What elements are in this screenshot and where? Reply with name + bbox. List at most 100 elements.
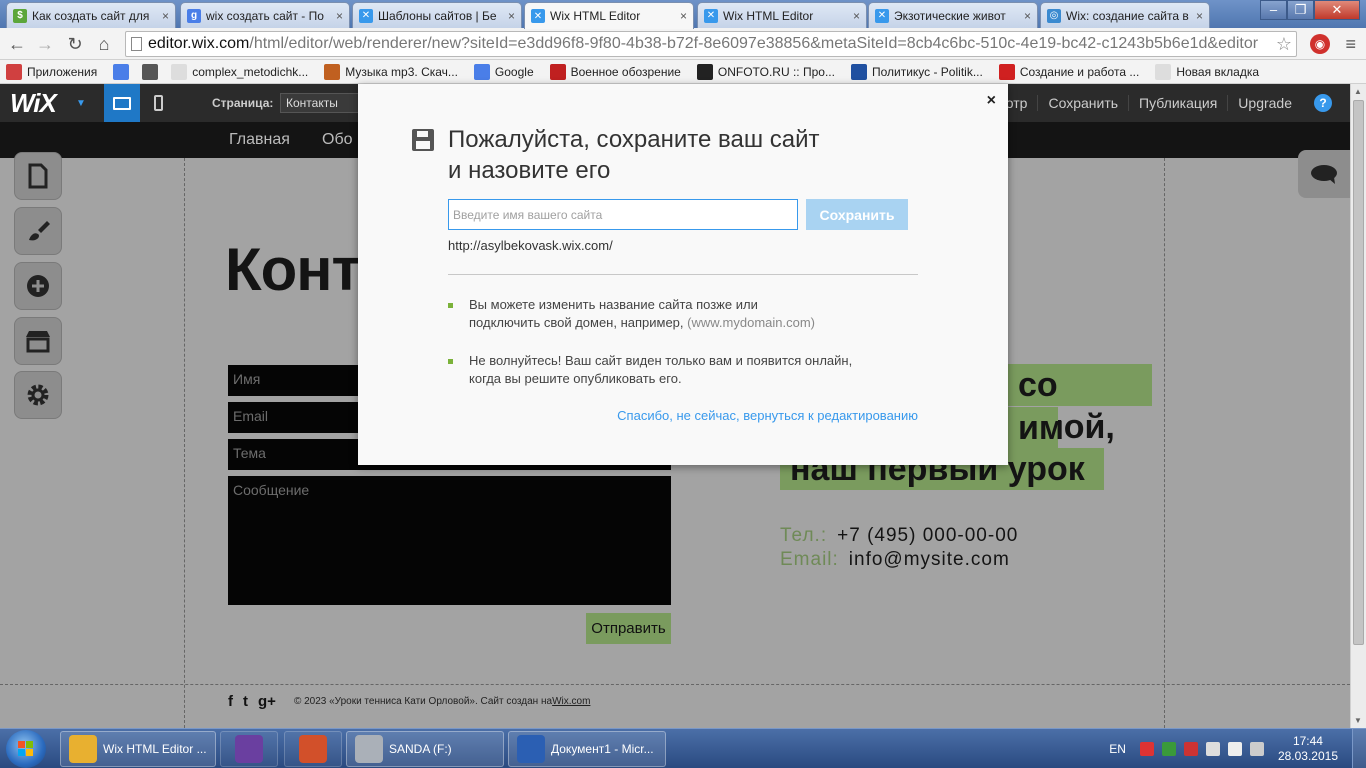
site-name-input[interactable] (448, 199, 798, 230)
app-market-button[interactable] (14, 317, 62, 365)
extension-icon[interactable]: ◉ (1310, 34, 1330, 54)
tab-close-icon[interactable]: × (1196, 9, 1203, 23)
vertical-scrollbar[interactable]: ▲ ▼ (1350, 84, 1366, 728)
settings-panel-button[interactable] (14, 371, 62, 419)
desktop-view-button[interactable] (104, 84, 140, 122)
add-panel-button[interactable] (14, 262, 62, 310)
taskbar-app[interactable]: SANDA (F:) (346, 731, 504, 767)
form-send-button[interactable]: Отправить (586, 613, 671, 644)
tab-close-icon[interactable]: × (680, 9, 687, 23)
bookmark-item[interactable]: complex_metodichk... (171, 63, 309, 80)
save-button[interactable]: Сохранить (806, 199, 908, 230)
minimize-button[interactable]: – (1260, 0, 1287, 20)
browser-tab[interactable]: $ Как создать сайт для × (6, 2, 176, 28)
facebook-icon[interactable]: f (228, 693, 233, 710)
browser-tab[interactable]: ✕ Экзотические живот × (868, 2, 1038, 28)
tab-close-icon[interactable]: × (336, 9, 343, 23)
url-host: editor.wix.com (148, 35, 250, 52)
browser-menu-icon[interactable]: ≡ (1345, 34, 1356, 55)
bookmark-item[interactable]: Приложения (6, 63, 97, 80)
network-icon[interactable] (1205, 742, 1220, 756)
bookmark-item[interactable]: Создание и работа ... (998, 63, 1139, 80)
bookmark-icon (473, 63, 490, 80)
app-icon (235, 735, 263, 763)
gear-icon (27, 384, 49, 406)
chevron-down-icon[interactable]: ▼ (76, 98, 86, 109)
publish-button[interactable]: Публикация (1128, 95, 1227, 111)
promo-line[interactable]: со мной, (1008, 364, 1152, 446)
not-now-link[interactable]: Спасибо, не сейчас, вернуться к редактир… (617, 408, 918, 423)
address-bar[interactable]: editor.wix.com/html/editor/web/renderer/… (125, 31, 1297, 57)
contact-phone[interactable]: Тел.: +7 (495) 000-00-00 (780, 525, 1018, 547)
bookmark-label: complex_metodichk... (192, 64, 309, 79)
close-icon[interactable]: × (987, 92, 996, 110)
browser-tab[interactable]: ✕ Wix HTML Editor × (524, 2, 694, 29)
help-icon[interactable]: ? (1314, 94, 1332, 112)
form-message-field[interactable]: Сообщение (228, 476, 671, 605)
save-menu-button[interactable]: Сохранить (1037, 95, 1128, 111)
browser-tab[interactable]: ◎ Wix: создание сайта в × (1040, 2, 1210, 28)
chat-panel-button[interactable] (1298, 150, 1350, 198)
taskbar-app[interactable]: Документ1 - Micr... (508, 731, 666, 767)
page-select[interactable]: Контакты (280, 93, 360, 113)
bookmark-item[interactable]: Военное обозрение (549, 63, 681, 80)
tab-close-icon[interactable]: × (162, 9, 169, 23)
tab-favicon-icon: ◎ (1047, 8, 1061, 23)
bookmark-item[interactable]: Музыка mp3. Скач... (324, 63, 458, 80)
reload-icon[interactable]: ↻ (64, 33, 86, 55)
forward-icon[interactable]: → (34, 33, 56, 55)
taskbar-app[interactable]: Wix HTML Editor ... (60, 731, 216, 767)
nav-item-home[interactable]: Главная (229, 131, 290, 149)
close-window-button[interactable]: ✕ (1314, 0, 1360, 20)
tab-close-icon[interactable]: × (1024, 9, 1031, 23)
nav-item-about[interactable]: Обо (322, 131, 353, 149)
power-icon[interactable] (1249, 742, 1264, 756)
footer-wix-link[interactable]: Wix.com (552, 696, 590, 707)
monitor-icon (113, 96, 131, 110)
contact-email[interactable]: Email: info@mysite.com (780, 549, 1010, 571)
scroll-down-icon[interactable]: ▼ (1354, 716, 1362, 725)
browser-tab[interactable]: ✕ Wix HTML Editor × (697, 2, 867, 28)
bookmark-item[interactable]: Политикус - Politik... (850, 63, 983, 80)
tab-close-icon[interactable]: × (508, 9, 515, 23)
tab-favicon-icon: ✕ (359, 8, 373, 23)
wix-logo[interactable]: WiX (10, 88, 57, 119)
bookmark-item[interactable]: ONFOTO.RU :: Про... (696, 63, 835, 80)
scrollbar-thumb[interactable] (1353, 100, 1364, 645)
google-plus-icon[interactable]: g+ (258, 693, 276, 710)
bookmark-item[interactable] (142, 63, 163, 80)
pages-panel-button[interactable] (14, 152, 62, 200)
mobile-view-button[interactable] (140, 84, 176, 122)
show-desktop-button[interactable] (1352, 729, 1366, 768)
flag-icon[interactable] (1227, 742, 1242, 756)
start-button[interactable] (6, 730, 46, 768)
taskbar-app[interactable] (220, 731, 278, 767)
design-panel-button[interactable] (14, 207, 62, 255)
twitter-icon[interactable]: t (243, 693, 248, 710)
domain-example: (www.mydomain.com) (687, 315, 815, 330)
promo-line[interactable]: им (1008, 407, 1064, 449)
antivirus-icon[interactable] (1139, 742, 1154, 756)
tab-favicon-icon: ✕ (875, 8, 889, 23)
tab-title: wix создать сайт - По (206, 8, 324, 23)
check-icon[interactable] (1161, 742, 1176, 756)
maximize-button[interactable]: ❐ (1287, 0, 1314, 20)
taskbar-app[interactable] (284, 731, 342, 767)
tab-close-icon[interactable]: × (853, 9, 860, 23)
bookmark-item[interactable]: Новая вкладка (1155, 63, 1259, 80)
phone-label: Тел.: (780, 525, 828, 546)
back-icon[interactable]: ← (6, 33, 28, 55)
save-site-dialog: × Пожалуйста, сохраните ваш сайт и назов… (358, 84, 1008, 465)
home-icon[interactable]: ⌂ (93, 33, 115, 55)
scroll-up-icon[interactable]: ▲ (1354, 87, 1362, 96)
browser-tab[interactable]: g wix создать сайт - По × (180, 2, 350, 28)
clock[interactable]: 17:44 28.03.2015 (1278, 734, 1338, 764)
bullet-text: Не волнуйтесь! Ваш сайт виден только вам… (469, 353, 853, 368)
speaker-icon[interactable] (1183, 742, 1198, 756)
bookmark-item[interactable] (113, 63, 134, 80)
bookmark-star-icon[interactable]: ☆ (1276, 32, 1292, 56)
bookmark-item[interactable]: Google (473, 63, 534, 80)
upgrade-button[interactable]: Upgrade (1227, 95, 1302, 111)
language-indicator[interactable]: EN (1109, 742, 1126, 756)
browser-tab[interactable]: ✕ Шаблоны сайтов | Бе × (352, 2, 522, 28)
